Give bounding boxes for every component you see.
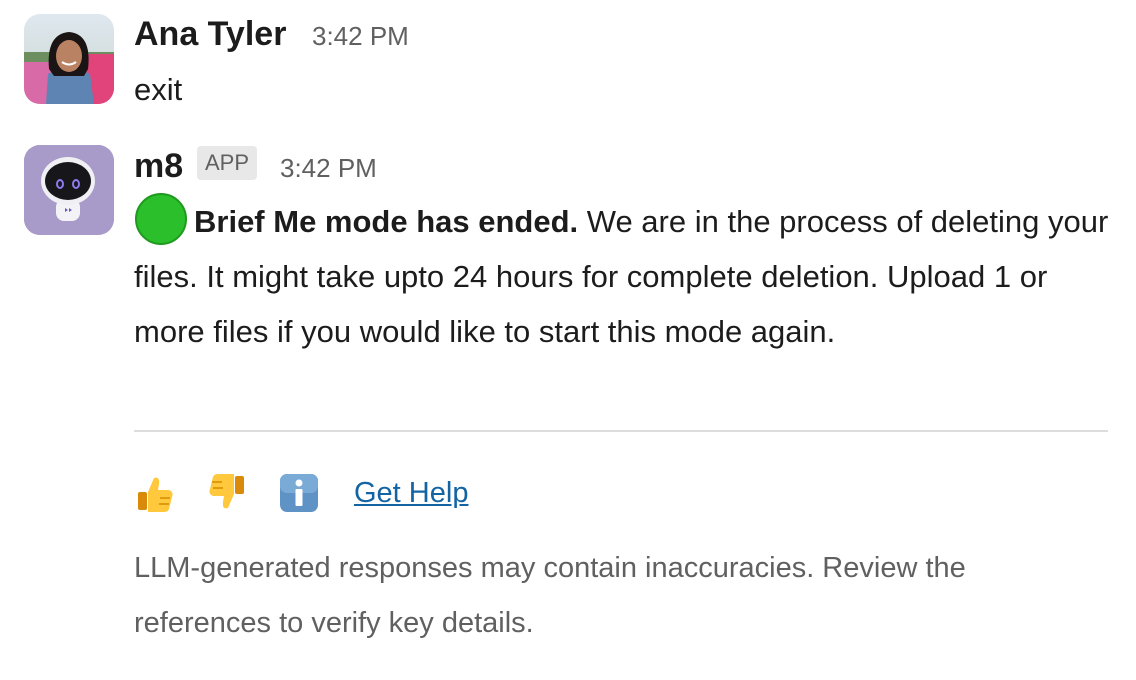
thumbs-up-icon[interactable] — [134, 472, 176, 514]
message-timestamp[interactable]: 3:42 PM — [280, 148, 377, 188]
sender-name[interactable]: m8 — [134, 146, 183, 186]
disclaimer-text: LLM-generated responses may contain inac… — [134, 552, 966, 639]
message-text: Brief Me mode has ended. We are in the p… — [134, 192, 1114, 359]
info-icon[interactable] — [278, 472, 320, 514]
divider — [134, 430, 1108, 432]
bot-avatar[interactable] — [24, 145, 114, 235]
message-bot: m8 APP 3:42 PM Brief Me mode has ended. … — [0, 0, 1136, 680]
robot-icon — [24, 145, 114, 235]
thumbs-down-icon[interactable] — [206, 472, 248, 514]
status-heading: Brief Me mode has ended. — [194, 204, 579, 239]
app-badge: APP — [197, 146, 258, 180]
feedback-actions: Get Help — [134, 470, 468, 516]
green-circle-icon — [135, 193, 187, 245]
get-help-link[interactable]: Get Help — [354, 477, 468, 510]
